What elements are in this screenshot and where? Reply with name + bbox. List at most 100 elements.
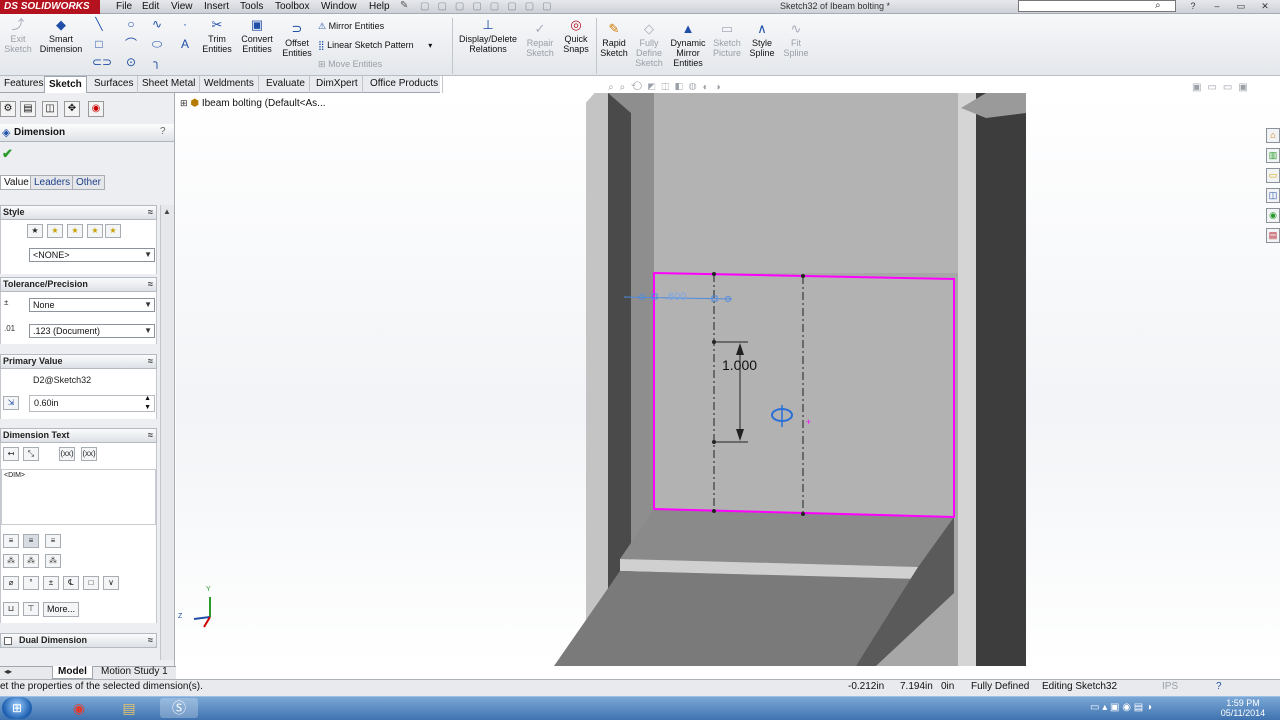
tab-motion-study[interactable]: Motion Study 1 — [96, 666, 173, 679]
square-symbol-icon[interactable]: □ — [83, 576, 99, 590]
fillet-icon[interactable]: ╮ — [150, 56, 164, 68]
status-units[interactable]: IPS — [1162, 681, 1178, 692]
search-input[interactable] — [1018, 0, 1176, 12]
start-button-icon[interactable]: ⊞ — [2, 697, 32, 719]
vertical-dimension-value[interactable]: 1.000 — [722, 357, 757, 373]
scroll-up-icon[interactable]: ▲ — [163, 207, 171, 216]
precision-select[interactable]: .123 (Document) ▼ — [29, 324, 155, 338]
menu-toolbox[interactable]: Toolbox — [275, 0, 309, 14]
repair-sketch-button[interactable]: ✓ Repair Sketch — [524, 22, 556, 59]
ok-checkmark-icon[interactable]: ✔ — [2, 146, 13, 162]
arc-icon[interactable]: ⌒ — [124, 38, 138, 50]
sketch-point[interactable] — [801, 274, 805, 278]
justify-middle-icon[interactable]: ⁂ — [23, 554, 39, 568]
text-position-icon[interactable]: ↤ — [3, 447, 19, 461]
delete-style-icon[interactable]: ★ — [67, 224, 83, 238]
inspection-dimension-icon[interactable]: (xx) — [81, 447, 97, 461]
diameter-symbol-icon[interactable]: ⌀ — [3, 576, 19, 590]
tab-scroll-arrows-icon[interactable]: ◂▸ — [4, 667, 12, 676]
custom-properties-icon[interactable]: ▤ — [1266, 228, 1280, 243]
dimension-text-box[interactable]: <DIM> — [1, 469, 156, 525]
circle-icon[interactable]: ○ — [124, 18, 138, 30]
smart-dimension-button[interactable]: ◆ Smart Dimension — [36, 18, 86, 55]
view-palette-icon[interactable]: ◫ — [1266, 188, 1280, 203]
text-icon[interactable]: A — [178, 38, 192, 50]
linear-sketch-pattern-button[interactable]: ⣿ Linear Sketch Pattern ▾ — [318, 39, 432, 52]
feature-tree-icon[interactable]: ⚙ — [0, 101, 16, 117]
menu-tools[interactable]: Tools — [240, 0, 263, 14]
move-entities-button[interactable]: ⊞ Move Entities — [318, 58, 382, 70]
align-left-icon[interactable]: ≡ — [3, 534, 19, 548]
load-style-icon[interactable]: ★ — [105, 224, 121, 238]
pin-icon[interactable]: ✎ — [400, 0, 408, 11]
style-section-header[interactable]: Style ≈ — [0, 205, 157, 220]
panel-scrollbar[interactable] — [160, 205, 174, 660]
close-icon[interactable]: ✕ — [1258, 0, 1272, 13]
menu-view[interactable]: View — [171, 0, 193, 14]
menu-edit[interactable]: Edit — [142, 0, 159, 14]
trim-entities-button[interactable]: ✂ Trim Entities — [200, 18, 234, 55]
dual-dimension-section-header[interactable]: Dual Dimension ≈ — [0, 633, 157, 648]
spline-icon[interactable]: ∿ — [150, 18, 164, 30]
configuration-manager-icon[interactable]: ◫ — [42, 101, 58, 117]
mirror-entities-button[interactable]: ⚠ Mirror Entities — [318, 20, 384, 32]
favorite-style-select[interactable]: <NONE> ▼ — [29, 248, 155, 262]
tab-features[interactable]: Features — [0, 76, 49, 93]
polygon-icon[interactable]: ⊙ — [124, 56, 138, 68]
menu-file[interactable]: File — [116, 0, 132, 14]
tab-model[interactable]: Model — [52, 666, 93, 679]
status-help-icon[interactable]: ? — [1216, 681, 1222, 692]
file-explorer-icon[interactable]: ▭ — [1266, 168, 1280, 183]
tolerance-type-select[interactable]: None ▼ — [29, 298, 155, 312]
rapid-sketch-button[interactable]: ✎ Rapid Sketch — [598, 22, 630, 59]
convert-entities-button[interactable]: ▣ Convert Entities — [238, 18, 276, 55]
line-icon[interactable]: ╲ — [92, 18, 106, 30]
tab-sketch[interactable]: Sketch — [44, 76, 87, 93]
rectangle-icon[interactable]: □ — [92, 38, 106, 50]
resources-icon[interactable]: ⌂ — [1266, 128, 1280, 143]
help-icon[interactable]: ? — [160, 126, 166, 137]
heads-up-view-toolbar[interactable]: ⌕⌕⟲◩◫◧◍◐◑ — [608, 82, 848, 94]
dimension-name-field[interactable]: D2@Sketch32 — [29, 373, 155, 388]
tab-evaluate[interactable]: Evaluate — [262, 76, 310, 93]
tab-surfaces[interactable]: Surfaces — [90, 76, 139, 93]
tab-sheet-metal[interactable]: Sheet Metal — [138, 76, 201, 93]
fit-spline-button[interactable]: ∿ Fit Spline — [780, 22, 812, 59]
offset-entities-button[interactable]: ⊃ Offset Entities — [280, 22, 314, 59]
countersink-symbol-icon[interactable]: ∨ — [103, 576, 119, 590]
tab-office-products[interactable]: Office Products — [366, 76, 444, 93]
menu-help[interactable]: Help — [369, 0, 390, 14]
tray-icons[interactable]: ▭ ▴ ▣ ◉ ▤ ◑ — [1090, 702, 1152, 713]
menu-insert[interactable]: Insert — [204, 0, 229, 14]
appearances-icon[interactable]: ◉ — [1266, 208, 1280, 223]
spin-arrows-icon[interactable]: ▲ ▼ — [144, 394, 151, 412]
sketch-point[interactable] — [712, 272, 716, 276]
slot-icon[interactable]: ⊂⊃ — [92, 56, 112, 68]
apply-style-icon[interactable]: ★ — [27, 224, 43, 238]
degree-symbol-icon[interactable]: ° — [23, 576, 39, 590]
align-center-icon[interactable]: ≡ — [23, 534, 39, 548]
sketch-point[interactable] — [712, 440, 716, 444]
sketch-point[interactable] — [801, 512, 805, 516]
tab-weldments[interactable]: Weldments — [200, 76, 259, 93]
add-parentheses-icon[interactable]: (xx) — [59, 447, 75, 461]
dual-dimension-checkbox[interactable] — [4, 637, 12, 645]
display-manager-icon[interactable]: ◉ — [88, 101, 104, 117]
quick-access-toolbar[interactable]: ▢▢▢▢▢▢▢▢ — [420, 0, 600, 13]
tab-dimxpert[interactable]: DimXpert — [312, 76, 363, 93]
minimize-icon[interactable]: – — [1210, 0, 1224, 13]
primary-value-section-header[interactable]: Primary Value ≈ — [0, 354, 157, 369]
display-delete-relations-button[interactable]: ⊥ Display/Delete Relations — [456, 18, 520, 55]
counterbore-symbol-icon[interactable]: ⊔ — [3, 602, 19, 616]
property-manager-icon[interactable]: ▤ — [20, 101, 36, 117]
justify-bottom-icon[interactable]: ⁂ — [45, 554, 61, 568]
sketch-point[interactable] — [712, 340, 716, 344]
viewport-window-buttons[interactable]: ▣▭▭▣ — [1192, 82, 1262, 94]
align-right-icon[interactable]: ≡ — [45, 534, 61, 548]
subtab-leaders[interactable]: Leaders — [30, 175, 75, 190]
sketch-picture-button[interactable]: ▭ Sketch Picture — [710, 22, 744, 59]
help-icon[interactable]: ? — [1186, 0, 1200, 13]
explorer-folder-icon[interactable]: ▤ — [110, 698, 148, 718]
subtab-other[interactable]: Other — [72, 175, 106, 190]
save-style-icon[interactable]: ★ — [87, 224, 103, 238]
